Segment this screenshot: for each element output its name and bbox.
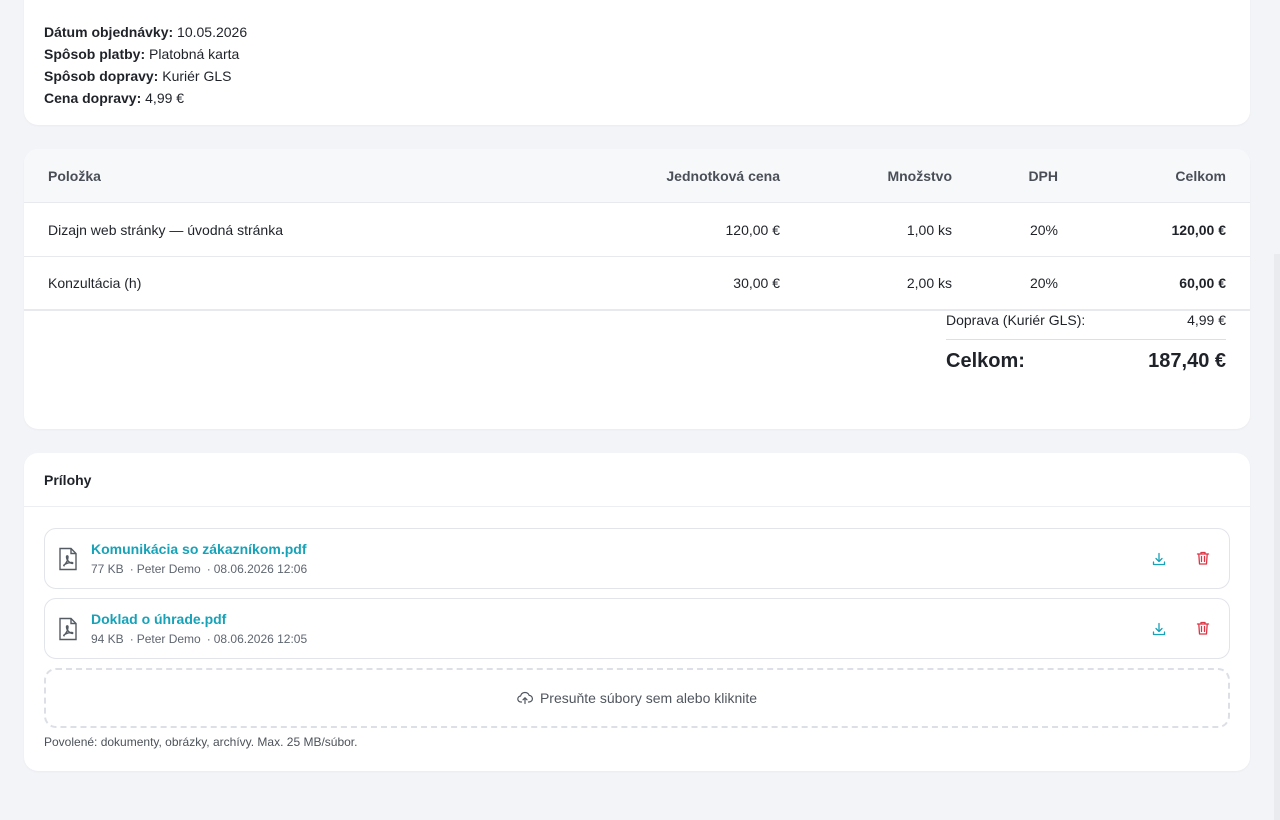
attachment-name-link[interactable]: Doklad o úhrade.pdf — [91, 611, 226, 627]
pdf-file-icon — [58, 547, 78, 571]
dropzone-label: Presuňte súbory sem alebo kliknite — [539, 690, 758, 706]
order-totals: Doprava (Kuriér GLS): 4,99 € Celkom: 187… — [946, 312, 1226, 373]
row-unit-price: 120,00 € — [725, 221, 781, 238]
order-date-label: Dátum objednávky: — [44, 24, 174, 40]
items-table-header: Položka Jednotková cena Množstvo DPH Cel… — [24, 149, 1250, 203]
row-vat: 20% — [1029, 221, 1058, 238]
attachment-item: Doklad o úhrade.pdf 94 KB · Peter Demo · 08.… — [44, 598, 1230, 659]
download-icon[interactable] — [1151, 621, 1167, 637]
attachments-title: Prílohy — [24, 453, 1250, 507]
scrollbar[interactable] — [1274, 254, 1280, 820]
attachment-date: 08.06.2026 12:05 — [213, 632, 308, 646]
file-dropzone[interactable]: Presuňte súbory sem alebo kliknite — [44, 668, 1230, 728]
order-info-card: Dátum objednávky: 10.05.2026 Spôsob plat… — [24, 0, 1250, 125]
table-row: Konzultácia (h) 30,00 € 2,00 ks 20% 60,0… — [24, 257, 1250, 311]
payment-method-line: Spôsob platby: Platobná karta — [44, 43, 1230, 65]
trash-icon[interactable] — [1195, 550, 1211, 566]
row-quantity: 1,00 ks — [906, 221, 952, 238]
order-date-line: Dátum objednávky: 10.05.2026 — [44, 21, 1230, 43]
row-unit-price: 30,00 € — [733, 275, 780, 291]
shipping-method-line: Spôsob dopravy: Kuriér GLS — [44, 65, 1230, 87]
attachments-card: Prílohy Komunikácia so zákazníkom.pdf 77… — [24, 453, 1250, 771]
attachment-author: Peter Demo — [136, 632, 201, 646]
row-quantity: 2,00 ks — [906, 275, 952, 291]
order-items-card: Položka Jednotková cena Množstvo DPH Cel… — [24, 149, 1250, 429]
order-date-value: 10.05.2026 — [177, 24, 248, 40]
download-icon[interactable] — [1151, 551, 1167, 567]
table-row: Dizajn web stránky — úvodná stránka 120,… — [24, 203, 1250, 257]
header-vat: DPH — [1028, 167, 1058, 184]
row-total: 60,00 € — [1179, 275, 1226, 291]
shipping-method-value: Kuriér GLS — [162, 68, 232, 84]
attachment-size: 94 KB — [91, 632, 124, 646]
shipping-total-label: Doprava (Kuriér GLS): — [946, 312, 1086, 328]
shipping-price-value: 4,99 € — [145, 90, 185, 106]
attachment-item: Komunikácia so zákazníkom.pdf 77 KB · Pete… — [44, 528, 1230, 589]
payment-method-label: Spôsob platby: — [44, 46, 146, 62]
attachment-size: 77 KB — [91, 562, 124, 576]
grand-total-value: 187,40 € — [1148, 350, 1226, 372]
attachment-name-link[interactable]: Komunikácia so zákazníkom.pdf — [91, 541, 307, 557]
attachment-meta: 77 KB · Peter Demo · 08.06.2026 12:06 — [91, 562, 308, 576]
attachment-date: 08.06.2026 12:06 — [213, 562, 308, 576]
row-item: Konzultácia (h) — [48, 275, 142, 291]
shipping-total-value: 4,99 € — [1187, 312, 1226, 328]
payment-method-value: Platobná karta — [149, 46, 240, 62]
pdf-file-icon — [58, 617, 78, 641]
row-total: 120,00 € — [1171, 221, 1227, 238]
row-vat: 20% — [1029, 275, 1058, 291]
shipping-price-line: Cena dopravy: 4,99 € — [44, 87, 1230, 109]
header-total: Celkom — [1175, 167, 1226, 184]
trash-icon[interactable] — [1195, 620, 1211, 636]
grand-total-label: Celkom: — [946, 350, 1025, 372]
cloud-upload-icon — [517, 691, 533, 705]
header-item: Položka — [48, 167, 101, 184]
shipping-method-label: Spôsob dopravy: — [44, 68, 159, 84]
grand-total-line: Celkom: 187,40 € — [946, 350, 1226, 373]
attachment-author: Peter Demo — [136, 562, 201, 576]
header-quantity: Množstvo — [887, 167, 952, 184]
row-item: Dizajn web stránky — úvodná stránka — [48, 221, 283, 238]
header-unit-price: Jednotková cena — [666, 167, 780, 184]
allowed-files-note: Povolené: dokumenty, obrázky, archívy. M… — [44, 735, 358, 749]
shipping-total-line: Doprava (Kuriér GLS): 4,99 € — [946, 312, 1226, 340]
attachment-meta: 94 KB · Peter Demo · 08.06.2026 12:05 — [91, 632, 308, 646]
shipping-price-label: Cena dopravy: — [44, 90, 142, 106]
